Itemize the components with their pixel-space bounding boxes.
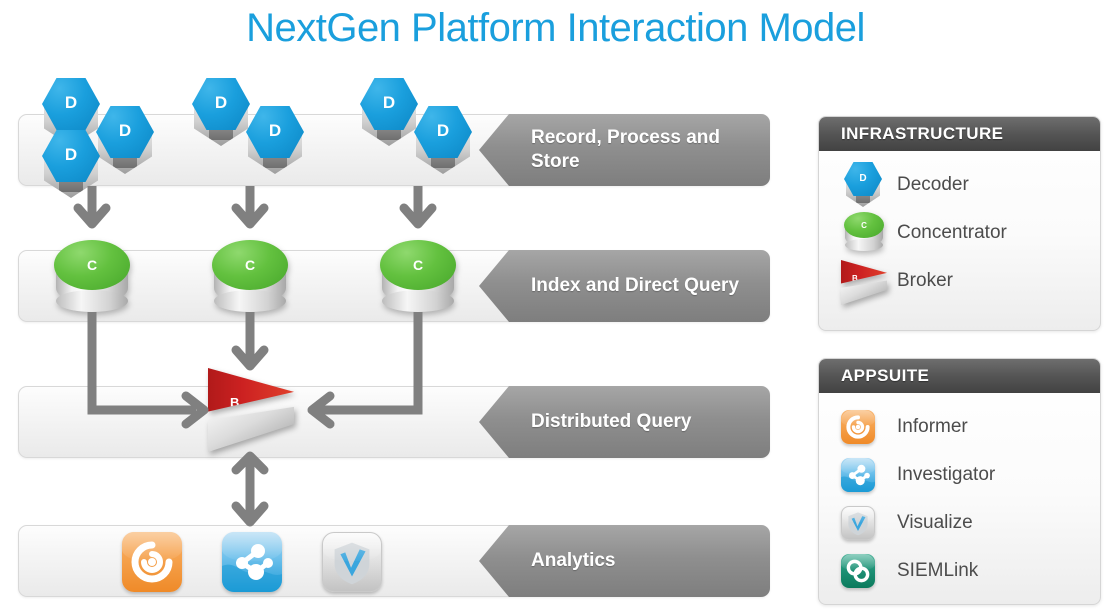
diagram-canvas: NextGen Platform Interaction Model Recor… [0,0,1111,615]
legend-item-investigator[interactable]: Investigator [819,451,1100,499]
row-label-distributed-query: Distributed Query [479,386,770,458]
legend-item-informer[interactable]: Informer [819,403,1100,451]
legend-label-siemlink: SIEMLink [897,560,979,581]
broker-flag-bottom [841,280,887,305]
icon-gloss [323,533,381,561]
legend-item-siemlink[interactable]: SIEMLink [819,547,1100,595]
concentrator-base [845,239,883,251]
informer-icon [841,404,891,450]
broker-icon: B [841,258,891,305]
legend-label-investigator: Investigator [897,464,996,485]
panel-appsuite: APPSUITE Informer Investigator Visualize… [818,358,1101,605]
concentrator-top: C [380,240,456,290]
icon-gloss [122,532,182,561]
panel-infrastructure: INFRASTRUCTURE D Decoder C Concentrator … [818,116,1101,331]
icon-gloss [841,410,875,427]
concentrator-base [214,290,286,312]
legend-label-visualize: Visualize [897,512,973,533]
arrowhead-down-analytics [231,501,269,527]
legend-item-broker[interactable]: B Broker [819,257,1100,305]
decoder-group-1[interactable]: D D D [22,78,162,198]
legend-list-appsuite: Informer Investigator Visualize SIEMLink [819,393,1100,595]
concentrator-top: C [212,240,288,290]
visualize-icon[interactable] [322,532,382,592]
panel-header-appsuite: APPSUITE [819,359,1100,393]
broker-letter: B [230,394,240,410]
investigator-icon[interactable] [222,532,282,592]
decoder-group-3[interactable]: D D [358,78,498,198]
concentrator-3[interactable]: C [376,240,460,312]
arrowhead-down-1 [73,203,111,229]
arrowhead-down-2 [231,203,269,229]
broker-flag-bottom [208,406,294,452]
decoder-node[interactable]: D [244,106,306,176]
decoder-group-2[interactable]: D D [190,78,330,198]
decoder-node[interactable]: D [94,106,156,176]
row-distributed-query: Distributed Query [18,386,770,458]
legend-item-concentrator[interactable]: C Concentrator [819,209,1100,257]
concentrator-top: C [844,212,884,238]
legend-list-infrastructure: D Decoder C Concentrator B Broker [819,151,1100,305]
row-label-index-and-direct-query: Index and Direct Query [479,250,770,322]
icon-gloss [842,507,874,523]
legend-item-decoder[interactable]: D Decoder [819,161,1100,209]
concentrator-base [382,290,454,312]
row-label-analytics: Analytics [479,525,770,597]
broker-letter: B [852,273,858,283]
legend-label-informer: Informer [897,416,968,437]
decoder-node[interactable]: D [40,130,102,200]
decoder-node[interactable]: D [358,78,420,148]
concentrator-top: C [54,240,130,290]
icon-gloss [841,458,875,475]
investigator-icon [841,452,891,498]
legend-label-concentrator: Concentrator [897,222,1007,243]
decoder-node[interactable]: D [190,78,252,148]
concentrator-2[interactable]: C [208,240,292,312]
concentrator-1[interactable]: C [50,240,134,312]
visualize-icon [841,500,891,546]
arrowhead-down-3 [399,203,437,229]
informer-icon[interactable] [122,532,182,592]
arrowhead-up-analytics [231,451,269,475]
icon-gloss [841,554,875,571]
legend-item-visualize[interactable]: Visualize [819,499,1100,547]
arrowhead-down-broker [231,345,269,371]
page-title: NextGen Platform Interaction Model [246,6,865,50]
broker-node[interactable]: B [208,368,294,452]
decoder-node[interactable]: D [412,106,474,176]
row-label-record-process-store: Record, Process and Store [479,114,770,186]
siemlink-icon [841,548,891,594]
concentrator-base [56,290,128,312]
decoder-icon: D [841,162,891,208]
concentrator-icon: C [841,210,891,256]
legend-label-broker: Broker [897,270,953,291]
icon-gloss [222,532,282,561]
legend-label-decoder: Decoder [897,174,969,195]
panel-header-infrastructure: INFRASTRUCTURE [819,117,1100,151]
